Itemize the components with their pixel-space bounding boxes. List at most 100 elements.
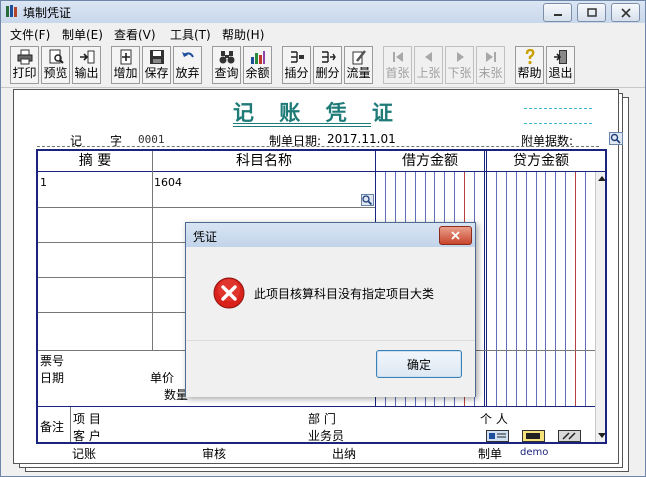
amount-digit-line	[496, 172, 497, 406]
notes-label: 备注	[40, 420, 65, 434]
title-underline-2	[233, 126, 371, 127]
query-button[interactable]: 查询	[212, 46, 241, 84]
customer-label: 客 户	[73, 429, 101, 443]
ok-button[interactable]: 确定	[376, 350, 462, 378]
amount-digit-line	[575, 172, 576, 406]
amount-digit-line	[506, 172, 507, 406]
menu-voucher[interactable]: 制单(E)	[62, 26, 103, 43]
cashflow-icon	[352, 50, 366, 65]
row-1-account[interactable]: 1604	[154, 176, 182, 189]
help-button[interactable]: 帮助	[515, 46, 544, 84]
department-label: 部 门	[308, 412, 336, 426]
maker-label: 制单	[478, 447, 503, 461]
cashflow-button[interactable]: 流量	[344, 46, 373, 84]
toolbar: 打印 预览 输出 增加 保存 放弃 查询 余额 插分 删分 流量 首张 上张 下…	[1, 43, 645, 88]
dialog-close-button[interactable]	[439, 226, 472, 245]
insert-row-icon	[291, 51, 304, 63]
amount-digit-line	[555, 172, 556, 406]
export-icon	[80, 50, 95, 64]
printer-icon	[17, 49, 33, 65]
close-icon	[620, 7, 631, 18]
amount-digit-line	[585, 172, 586, 406]
balance-chart-icon	[251, 51, 265, 64]
attachments-lookup-icon[interactable]	[609, 132, 623, 145]
bookkeeping-label: 记账	[72, 447, 97, 461]
save-icon	[150, 50, 164, 64]
notes-card-icon[interactable]	[486, 430, 509, 442]
project-label: 项 目	[73, 412, 101, 426]
maker-name: demo	[520, 447, 549, 458]
title-bar[interactable]: 填制凭证	[1, 1, 645, 23]
scroll-up-icon[interactable]	[598, 175, 606, 181]
delete-entry-button[interactable]: 删分	[313, 46, 342, 84]
menu-bar: 文件(F) 制单(E) 查看(V) 工具(T) 帮助(H)	[1, 23, 645, 43]
prev-icon	[425, 52, 432, 62]
menu-view[interactable]: 查看(V)	[114, 26, 156, 43]
balance-button[interactable]: 余额	[243, 46, 272, 84]
unit-price-label: 单价	[150, 371, 175, 385]
preview-icon	[49, 49, 64, 64]
column-debit: 借方金额	[402, 153, 458, 169]
app-books-icon	[6, 5, 17, 17]
close-icon	[451, 231, 460, 240]
menu-help[interactable]: 帮助(H)	[222, 26, 264, 43]
help-icon	[525, 49, 535, 65]
column-account: 科目名称	[236, 153, 292, 169]
voucher-mark-line-2	[524, 123, 592, 124]
header-dash-line	[37, 146, 599, 147]
salesperson-label: 业务员	[308, 429, 345, 443]
scroll-down-icon[interactable]	[598, 433, 606, 439]
export-button[interactable]: 输出	[72, 46, 101, 84]
amount-digit-line	[545, 172, 546, 406]
maximize-icon	[586, 7, 597, 17]
first-icon	[393, 52, 403, 62]
exit-button[interactable]: 退出	[546, 46, 575, 84]
delete-row-icon	[322, 51, 336, 63]
grid-scrollbar[interactable]	[595, 172, 606, 442]
summary-separator	[152, 151, 153, 351]
add-icon	[120, 49, 132, 65]
menu-file[interactable]: 文件(F)	[10, 26, 50, 43]
minimize-button[interactable]	[543, 3, 572, 22]
column-summary: 摘 要	[78, 153, 112, 169]
menu-tools[interactable]: 工具(T)	[170, 26, 211, 43]
voucher-number[interactable]: 0001	[138, 133, 165, 146]
window-title: 填制凭证	[23, 6, 72, 20]
last-icon	[486, 52, 496, 62]
error-dialog: 凭证 此项目核算科目没有指定项目大类 确定	[185, 222, 476, 397]
next-voucher-button[interactable]: 下张	[445, 46, 474, 84]
row-1-summary[interactable]: 1	[40, 176, 47, 189]
save-button[interactable]: 保存	[142, 46, 171, 84]
amount-digit-line	[526, 172, 527, 406]
debit-credit-separator-1	[484, 151, 485, 406]
detail-date-label: 日期	[40, 371, 65, 385]
dialog-title: 凭证	[193, 230, 218, 244]
person-label: 个 人	[480, 412, 508, 426]
first-voucher-button[interactable]: 首张	[383, 46, 412, 84]
maximize-button[interactable]	[577, 3, 606, 22]
notes-tools-icon[interactable]	[558, 430, 581, 442]
preview-button[interactable]: 预览	[41, 46, 70, 84]
ticket-number-label: 票号	[40, 354, 65, 368]
voucher-mark-line-1	[524, 108, 592, 109]
add-button[interactable]: 增加	[111, 46, 140, 84]
close-button[interactable]	[611, 3, 640, 22]
dialog-title-bar[interactable]: 凭证	[186, 223, 475, 247]
undo-button[interactable]: 放弃	[173, 46, 202, 84]
voucher-date[interactable]: 2017.11.01	[327, 132, 396, 146]
print-button[interactable]: 打印	[10, 46, 39, 84]
insert-entry-button[interactable]: 插分	[282, 46, 311, 84]
dialog-message: 此项目核算科目没有指定项目大类	[254, 287, 435, 301]
detail-bottom-line	[38, 406, 605, 407]
next-icon	[457, 52, 464, 62]
amount-digit-line	[565, 172, 566, 406]
notes-editor-icon[interactable]	[522, 430, 545, 442]
title-underline-1	[233, 123, 371, 124]
notes-separator	[70, 407, 71, 442]
error-icon	[213, 277, 245, 309]
previous-voucher-button[interactable]: 上张	[414, 46, 443, 84]
minimize-icon	[553, 13, 562, 16]
last-voucher-button[interactable]: 末张	[476, 46, 505, 84]
undo-icon	[182, 52, 194, 58]
account-lookup-icon[interactable]	[361, 194, 374, 206]
